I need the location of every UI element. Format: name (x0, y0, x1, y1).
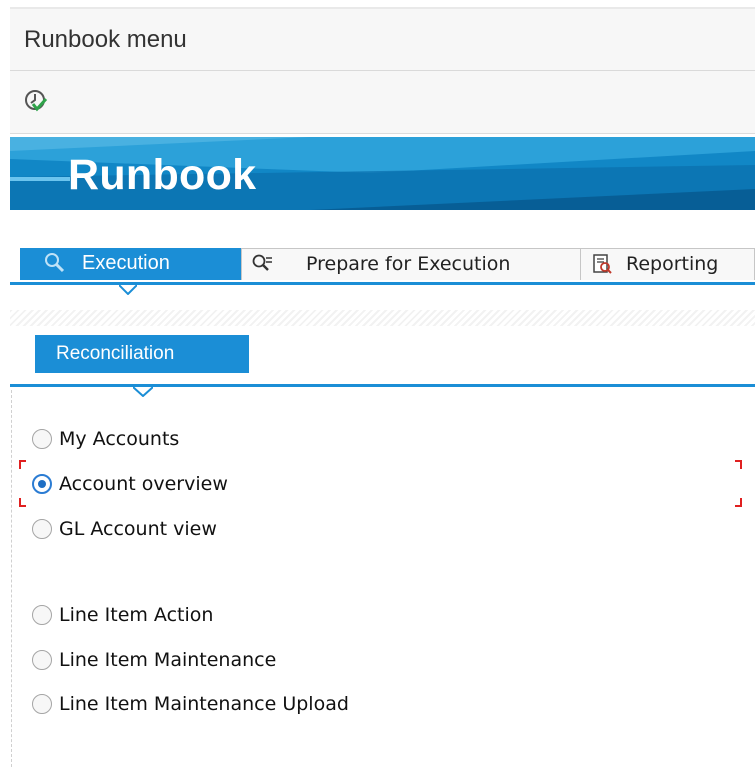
subtab-underline (10, 384, 755, 387)
app-toolbar (10, 71, 755, 134)
tab-prepare-for-execution[interactable]: Prepare for Execution (241, 248, 581, 280)
radio-line-item-maintenance[interactable]: Line Item Maintenance (32, 647, 276, 673)
radio-button[interactable] (32, 650, 52, 670)
report-icon (591, 253, 613, 275)
tab-execution[interactable]: Execution (20, 248, 242, 280)
radio-gl-account-view[interactable]: GL Account view (32, 516, 217, 542)
radio-line-item-maintenance-upload[interactable]: Line Item Maintenance Upload (32, 691, 349, 717)
radio-label: GL Account view (59, 518, 217, 540)
radio-label: My Accounts (59, 428, 180, 450)
subtab-reconciliation-label: Reconciliation (56, 343, 175, 364)
banner-title: Runbook (68, 151, 257, 199)
tab-reporting-label: Reporting (626, 253, 719, 275)
focus-corner-bottom-right (735, 498, 742, 507)
radio-button[interactable] (32, 519, 52, 539)
search-magnifier-icon (44, 252, 66, 274)
search-list-icon (251, 253, 273, 275)
clock-execute-icon[interactable] (23, 88, 49, 114)
radio-line-item-action[interactable]: Line Item Action (32, 602, 213, 628)
focus-corner-top-left (19, 460, 26, 469)
left-dashed-border (11, 390, 12, 767)
radio-label: Line Item Maintenance (59, 649, 277, 671)
radio-button[interactable] (32, 605, 52, 625)
radio-button[interactable] (32, 694, 52, 714)
radio-label: Line Item Maintenance Upload (59, 693, 349, 715)
radio-button-selected[interactable] (32, 474, 52, 494)
hatched-separator (10, 310, 755, 326)
main-tabstrip: Execution Prepare for Execution Reportin… (20, 248, 755, 280)
focus-corner-top-right (735, 460, 742, 469)
focus-corner-bottom-left (19, 498, 26, 507)
tab-execution-label: Execution (82, 252, 170, 274)
radio-button[interactable] (32, 429, 52, 449)
radio-label: Account overview (59, 473, 228, 495)
radio-account-overview[interactable]: Account overview (32, 471, 228, 497)
tab-reporting[interactable]: Reporting (580, 248, 755, 280)
app-banner: Runbook (10, 137, 755, 210)
radio-my-accounts[interactable]: My Accounts (32, 426, 179, 452)
active-tab-caret (119, 285, 137, 295)
tab-prepare-label: Prepare for Execution (306, 253, 511, 275)
window-title-bar: Runbook menu (10, 9, 755, 71)
radio-label: Line Item Action (59, 604, 214, 626)
active-subtab-caret (133, 387, 153, 397)
subtab-reconciliation[interactable]: Reconciliation (35, 335, 249, 373)
window-title: Runbook menu (24, 26, 187, 53)
